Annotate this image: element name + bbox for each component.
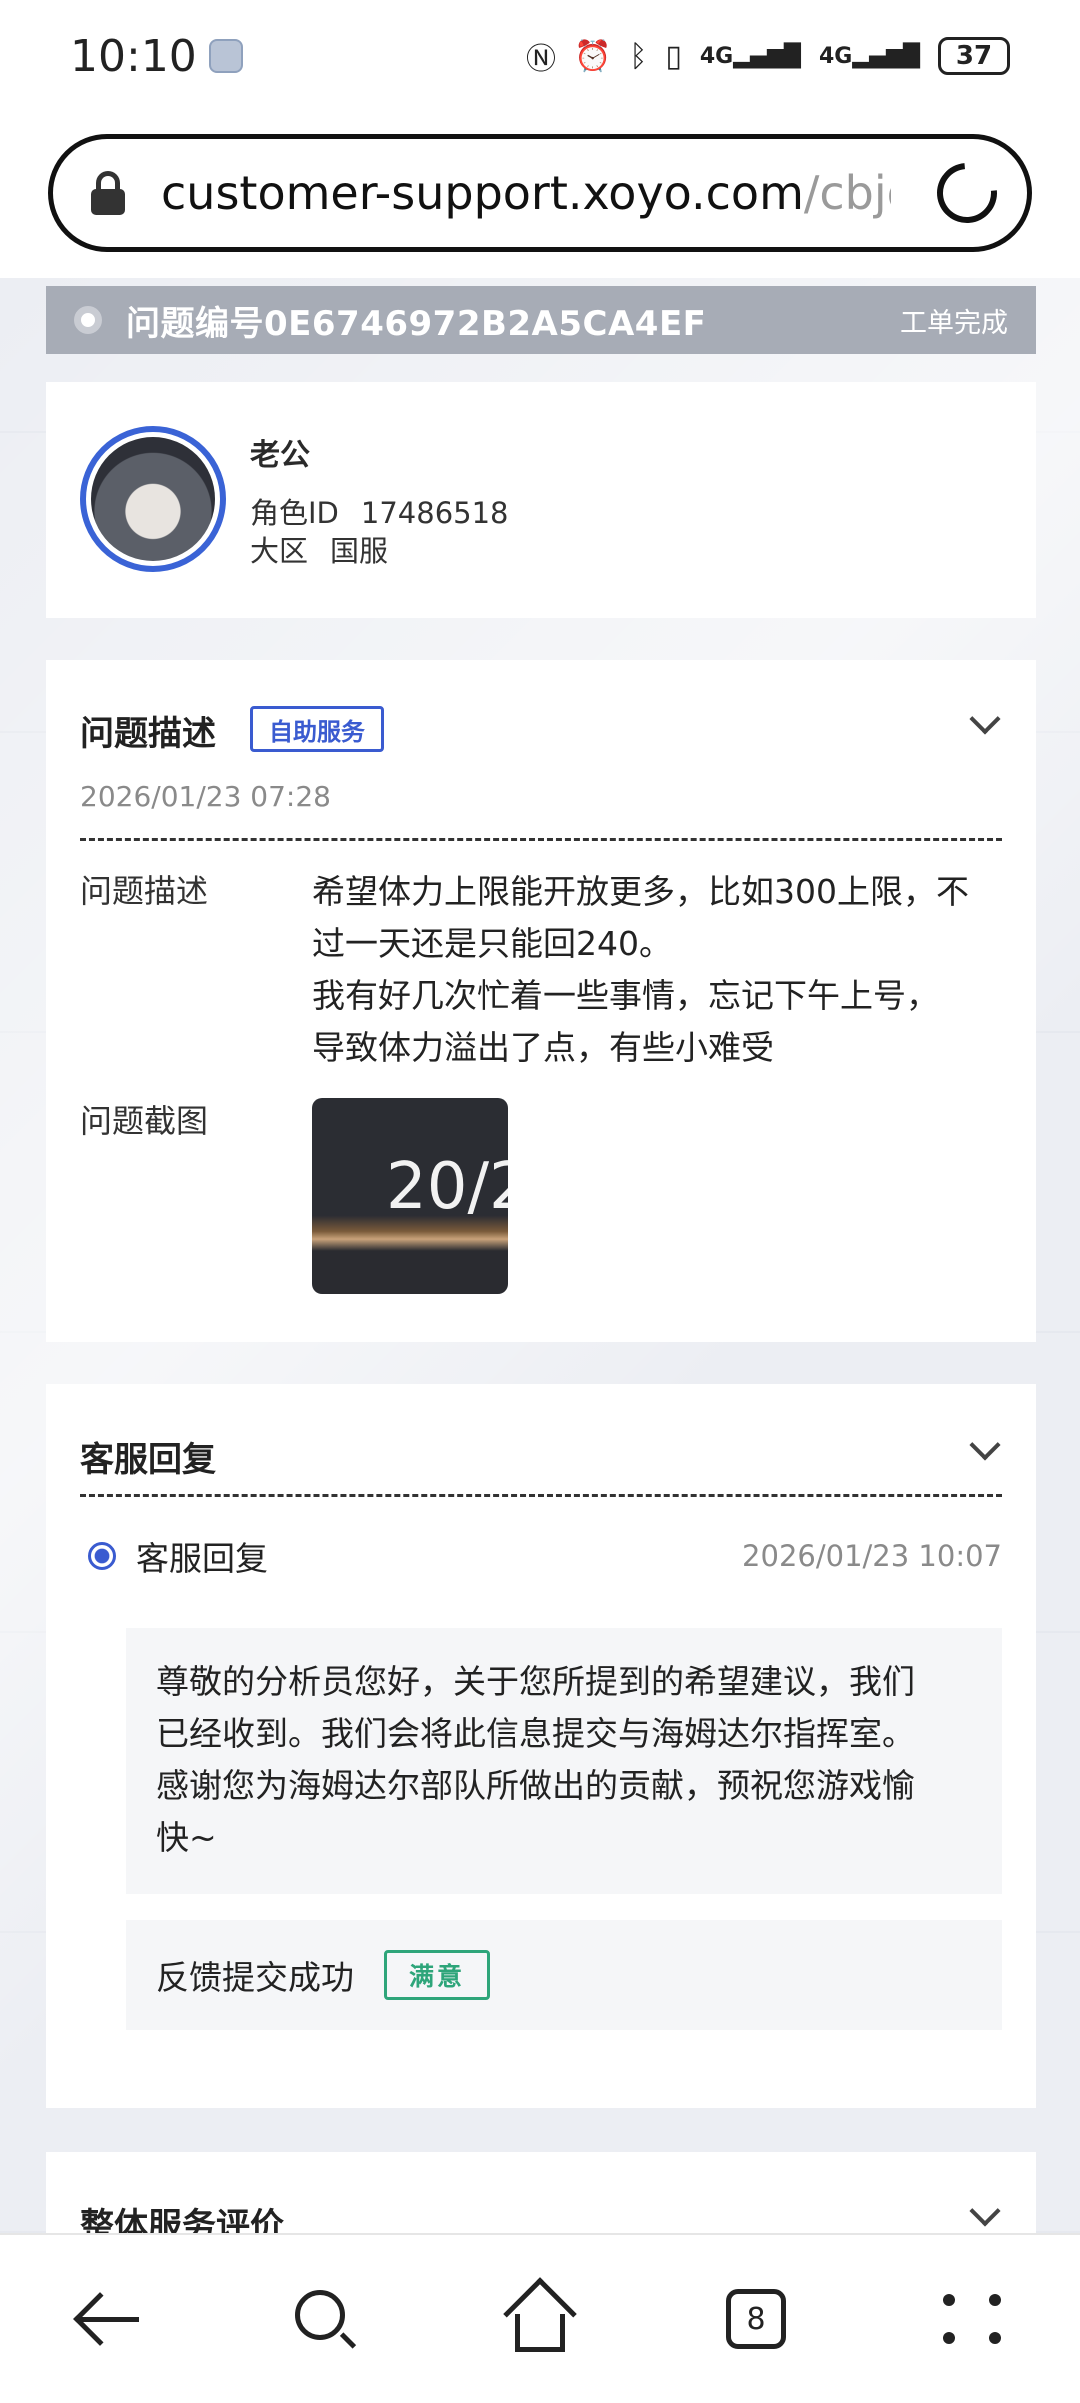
tabs-icon: 8 <box>726 2289 786 2349</box>
tabs-button[interactable]: 8 <box>701 2264 811 2374</box>
overall-section-title: 整体服务评价 <box>80 2206 284 2233</box>
reply-card: 客服回复 客服回复 2026/01/23 10:07 尊敬的分析员您好，关于您所… <box>46 1384 1036 2108</box>
notification-avatar-icon <box>208 39 243 73</box>
browser-toolbar: customer-support.xoyo.com/cbjq/ <box>0 112 1080 278</box>
menu-button[interactable] <box>917 2264 1027 2374</box>
reply-line: 尊敬的分析员您好，关于您所提到的希望建议，我们 <box>156 1662 915 1701</box>
signal-4g-icon: 4G▂▄▆█ <box>699 43 801 69</box>
ticket-status: 工单完成 <box>900 307 1008 339</box>
chevron-down-icon[interactable] <box>969 1429 1001 1461</box>
divider <box>80 1494 1002 1497</box>
description-line: 我有好几次忙着一些事情，忘记下午上号， <box>312 976 939 1015</box>
network-label: 4G <box>818 43 853 69</box>
signal-4g-icon: 4G▂▄▆█ <box>818 43 920 69</box>
reply-message: 尊敬的分析员您好，关于您所提到的希望建议，我们 已经收到。我们会将此信息提交与海… <box>126 1628 1002 1894</box>
issue-section-title: 问题描述 <box>80 714 216 754</box>
screenshot-label: 问题截图 <box>80 1102 209 1140</box>
ticket-dot-icon <box>74 306 102 334</box>
bluetooth-icon: ᛒ <box>629 38 648 74</box>
url-text[interactable]: customer-support.xoyo.com/cbjq/ <box>161 166 891 220</box>
feedback-row: 反馈提交成功 满意 <box>126 1920 1002 2030</box>
avatar-image <box>91 437 215 561</box>
divider <box>80 838 1002 841</box>
description-line: 导致体力溢出了点，有些小难受 <box>312 1028 774 1067</box>
menu-dots-icon <box>943 2294 1001 2344</box>
status-bar: 10:10 Ⓝ ⏰ ᛒ ▯ 4G▂▄▆█ 4G▂▄▆█ 37 <box>0 0 1080 112</box>
reply-timestamp: 2026/01/23 10:07 <box>742 1539 1002 1573</box>
role-id-label: 角色ID <box>250 496 339 530</box>
reply-line: 快~ <box>156 1818 217 1857</box>
nfc-icon: Ⓝ <box>526 42 556 77</box>
status-icons: Ⓝ ⏰ ᛒ ▯ 4G▂▄▆█ 4G▂▄▆█ 37 <box>526 34 1010 78</box>
region-value: 国服 <box>330 534 389 568</box>
network-label: 4G <box>699 43 734 69</box>
issue-timestamp: 2026/01/23 07:28 <box>80 780 331 813</box>
page-content: 问题编号0E6746972B2A5CA4EF 工单完成 老公 角色ID 17486… <box>0 278 1080 2233</box>
reload-icon[interactable] <box>924 150 1010 236</box>
avatar <box>80 426 226 572</box>
reply-line: 已经收到。我们会将此信息提交与海姆达尔指挥室。 <box>156 1714 915 1753</box>
region-label: 大区 <box>250 534 309 568</box>
alarm-icon: ⏰ <box>574 38 612 74</box>
overall-rating-card: 整体服务评价 <box>46 2152 1036 2233</box>
reply-header-row: 客服回复 2026/01/23 10:07 <box>80 1532 1002 1580</box>
thumbnail-text: 20/2 <box>386 1150 508 1224</box>
description-line: 希望体力上限能开放更多，比如300上限，不 <box>312 872 969 911</box>
feedback-text: 反馈提交成功 <box>156 1958 354 1997</box>
chevron-down-icon[interactable] <box>969 703 1001 735</box>
radio-dot-icon <box>88 1542 116 1570</box>
browser-bottom-nav: 8 <box>0 2233 1080 2403</box>
home-icon[interactable] <box>485 2264 595 2374</box>
url-path: /cbjq/ <box>803 166 891 220</box>
reply-section-title: 客服回复 <box>80 1440 216 1480</box>
lock-icon[interactable] <box>89 171 127 215</box>
self-service-badge: 自助服务 <box>250 706 384 752</box>
profile-name: 老公 <box>250 438 310 473</box>
url-host: customer-support.xoyo.com <box>161 166 804 220</box>
vibrate-icon: ▯ <box>665 38 682 74</box>
issue-card: 问题描述 自助服务 2026/01/23 07:28 问题描述 希望体力上限能开… <box>46 660 1036 1342</box>
description-text: 希望体力上限能开放更多，比如300上限，不 过一天还是只能回240。 我有好几次… <box>312 866 1012 1074</box>
reply-label: 客服回复 <box>136 1539 268 1578</box>
region-line: 大区 国服 <box>250 528 388 570</box>
ticket-header: 问题编号0E6746972B2A5CA4EF 工单完成 <box>46 286 1036 354</box>
profile-card: 老公 角色ID 17486518 大区 国服 <box>46 382 1036 618</box>
role-id-value: 17486518 <box>360 496 509 530</box>
battery-icon: 37 <box>938 37 1010 75</box>
ticket-id: 问题编号0E6746972B2A5CA4EF <box>126 303 707 344</box>
role-id-line: 角色ID 17486518 <box>250 490 509 532</box>
status-time: 10:10 <box>70 31 243 82</box>
address-bar[interactable]: customer-support.xoyo.com/cbjq/ <box>48 134 1032 252</box>
back-icon[interactable] <box>53 2264 163 2374</box>
chevron-down-icon[interactable] <box>969 2195 1001 2227</box>
description-label: 问题描述 <box>80 872 209 910</box>
satisfied-badge: 满意 <box>384 1950 491 2000</box>
clock-text: 10:10 <box>70 30 197 82</box>
search-icon[interactable] <box>269 2264 379 2374</box>
issue-screenshot-thumbnail[interactable]: 20/2 <box>312 1098 508 1294</box>
description-line: 过一天还是只能回240。 <box>312 924 672 963</box>
reply-line: 感谢您为海姆达尔部队所做出的贡献，预祝您游戏愉 <box>156 1766 915 1805</box>
